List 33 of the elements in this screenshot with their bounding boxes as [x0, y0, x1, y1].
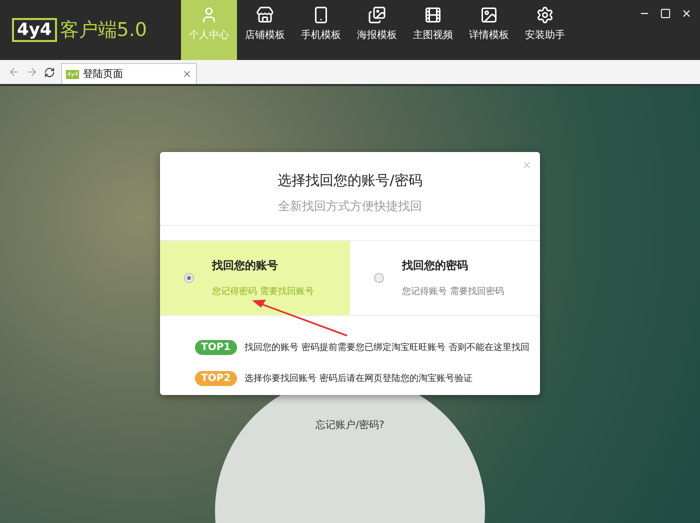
nav-tab[interactable]: 详情模板 — [461, 0, 517, 60]
logo-mark: 4y4 — [12, 18, 57, 42]
phone-icon — [312, 6, 330, 24]
nav-tab[interactable]: 海报模板 — [349, 0, 405, 60]
shop-icon — [256, 6, 274, 24]
radio-button[interactable] — [184, 273, 194, 283]
poster-icon — [368, 6, 386, 24]
user-icon — [200, 6, 218, 24]
maximize-icon[interactable] — [660, 8, 671, 19]
option-hint: 您记得密码 需要找回账号 — [212, 286, 314, 298]
nav-tab[interactable]: 主图视频 — [405, 0, 461, 60]
logo-text: 客户端5.0 — [60, 18, 147, 43]
tip-badge: TOP1 — [195, 340, 237, 355]
gear-icon — [536, 6, 554, 24]
dialog-title: 选择找回您的账号/密码 — [276, 172, 424, 190]
option-title: 找回您的密码 — [402, 258, 469, 273]
nav-tab[interactable]: 手机模板 — [293, 0, 349, 60]
nav-tab[interactable]: 安装助手 — [517, 0, 573, 60]
dialog-subtitle: 全新找回方式方便快捷找回 — [160, 198, 540, 226]
nav-tab[interactable]: 店铺模板 — [237, 0, 293, 60]
tip-text: 找回您的账号 密码提前需要您已绑定淘宝旺旺账号 否则不能在这里找回 — [244, 342, 530, 354]
refresh-icon[interactable] — [44, 66, 55, 78]
recovery-option[interactable]: 找回您的账号 您记得密码 需要找回账号 — [160, 241, 350, 315]
tab-title: 登陆页面 — [83, 68, 124, 81]
forgot-link[interactable]: 忘记账户/密码? — [316, 418, 384, 432]
close-icon[interactable] — [681, 8, 692, 19]
tip-badge: TOP2 — [195, 371, 237, 386]
radio-button[interactable] — [374, 273, 384, 283]
video-icon — [424, 6, 442, 24]
option-hint: 您记得账号 需要找回密码 — [402, 286, 504, 298]
tip-text: 选择你要找回账号 密码后请在网页登陆您的淘宝账号验证 — [244, 372, 472, 385]
option-title: 找回您的账号 — [212, 258, 279, 273]
image-icon — [480, 6, 498, 24]
